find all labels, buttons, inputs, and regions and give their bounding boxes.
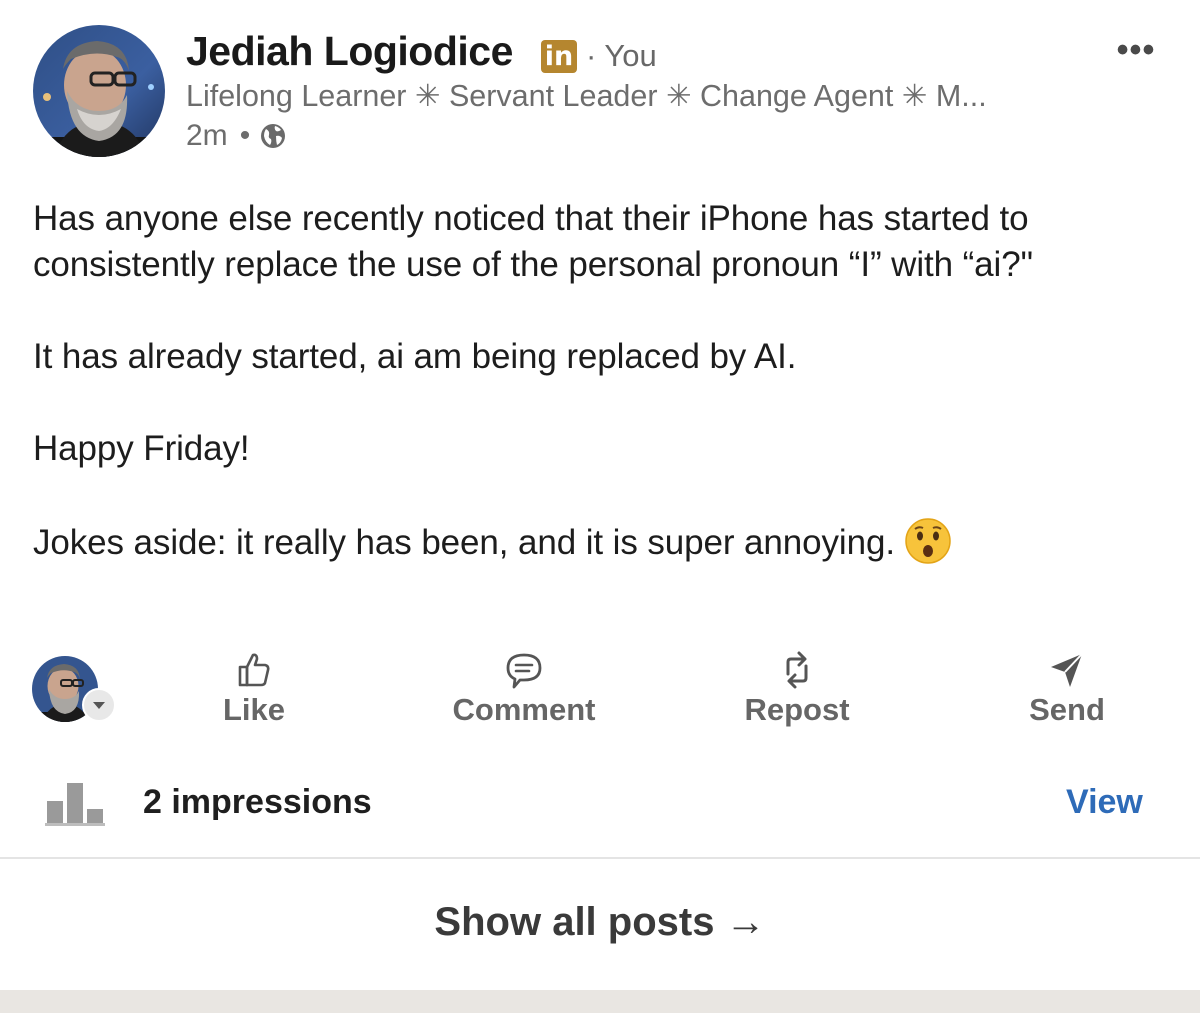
relation-label: · You [586,38,657,73]
post-meta: 2m • [186,119,286,153]
like-label: Like [222,692,286,727]
send-icon [1051,653,1083,687]
post-paragraph: Happy Friday! [33,429,250,468]
post-paragraph: It has already started, ai am being repl… [33,337,797,376]
comment-label: Comment [452,692,596,727]
post-time: 2m [186,119,228,152]
meta-separator: • [239,119,251,152]
view-analytics-link[interactable]: View [1066,783,1143,822]
author-name[interactable]: Jediah Logiodice [186,28,513,75]
like-button[interactable]: Like [204,650,304,728]
globe-icon [261,124,286,148]
astonished-face-emoji-icon [905,518,951,564]
repost-icon [786,651,808,689]
divider [0,857,1200,859]
caret-down-icon [82,688,116,722]
repost-button[interactable]: Repost [737,650,857,728]
more-options-button[interactable]: ••• [1112,30,1160,70]
send-label: Send [1029,692,1105,727]
footer-band [0,990,1200,1013]
profile-photo-icon [33,25,165,157]
actor-selector[interactable] [32,656,118,722]
author-headline: Lifelong Learner ✳ Servant Leader ✳ Chan… [186,79,987,113]
show-all-posts-button[interactable]: Show all posts → [0,900,1200,945]
send-button[interactable]: Send [1017,650,1117,728]
thumbs-up-icon [238,653,270,687]
post-paragraph-text: Jokes aside: it really has been, and it … [33,523,895,562]
post-card: Jediah Logiodice in · You ••• Lifelong L… [0,0,1200,990]
premium-badge-icon: in [541,40,577,73]
bar-chart-icon [45,783,105,826]
impressions-count: 2 impressions [143,783,372,821]
author-avatar[interactable] [33,25,165,157]
comment-button[interactable]: Comment [444,650,604,728]
post-paragraph: Has anyone else recently noticed that th… [33,199,1033,284]
post-body: Has anyone else recently noticed that th… [33,196,1168,612]
comment-icon [506,653,542,689]
repost-label: Repost [744,692,850,727]
post-paragraph-last: Jokes aside: it really has been, and it … [33,518,1168,566]
